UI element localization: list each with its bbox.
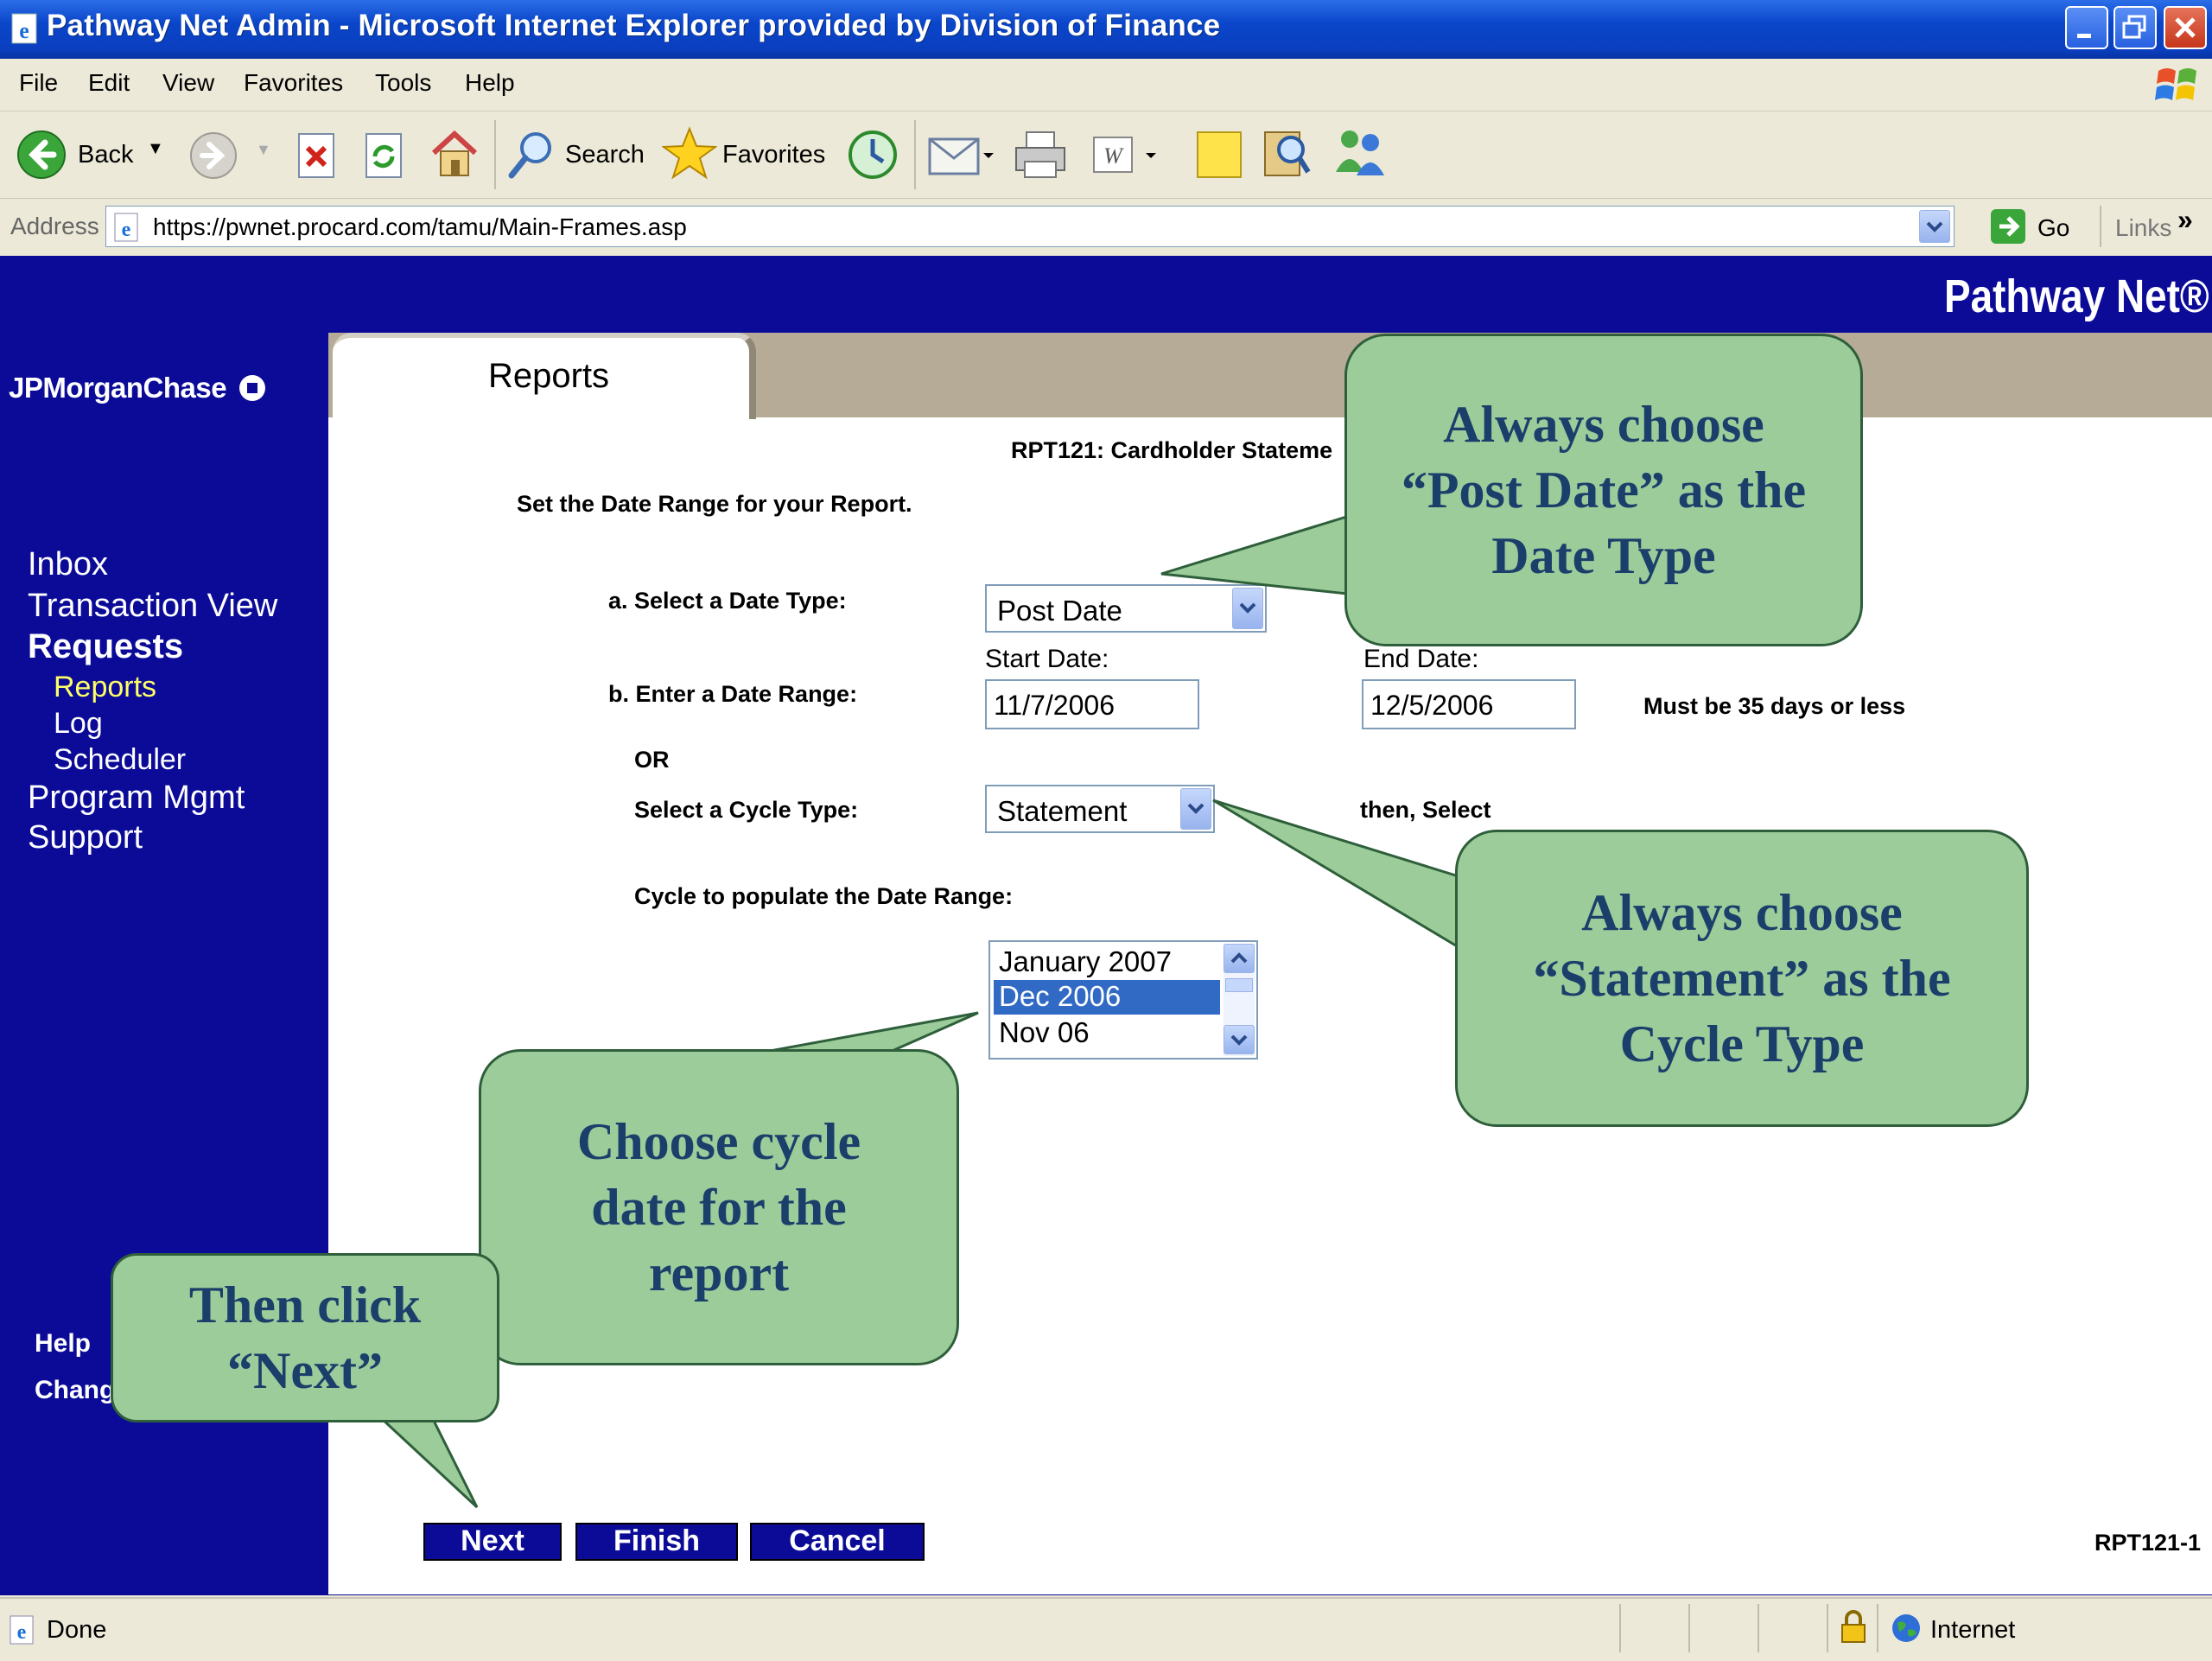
callout-line: Then click (188, 1276, 422, 1333)
status-text: Done (47, 1616, 107, 1644)
lock-icon (1841, 1610, 1866, 1643)
callout-line: Date Type (1491, 527, 1716, 585)
callout-line: Cycle Type (1619, 1015, 1865, 1073)
callout-pointer-next (377, 1416, 479, 1509)
callout-line: Choose cycle (576, 1112, 861, 1170)
callout-line: “Next” (227, 1342, 383, 1399)
ie-page-icon: e (10, 1615, 34, 1645)
svg-text:e: e (17, 1621, 27, 1644)
callout-line: report (648, 1244, 790, 1302)
callout-line: “Post Date” as the (1401, 461, 1807, 519)
callout-cycle-type: Always choose “Statement” as the Cycle T… (1455, 830, 2029, 1127)
callout-line: Always choose (1443, 395, 1764, 453)
globe-icon (1892, 1614, 1920, 1642)
status-separator (1877, 1604, 1878, 1652)
callout-pointer-cycle-date (760, 1011, 979, 1054)
status-zone: Internet (1930, 1616, 2016, 1644)
callout-pointer-date-type (1160, 512, 1357, 596)
callout-pointer-cycle-type (1212, 799, 1460, 950)
status-separator (1758, 1604, 1759, 1652)
status-separator (1827, 1604, 1828, 1652)
status-separator (1688, 1604, 1690, 1652)
status-bar: e Done Internet (0, 1597, 2212, 1661)
callout-next: Then click “Next” (111, 1253, 499, 1422)
status-separator (1619, 1604, 1621, 1652)
callout-date-type: Always choose “Post Date” as the Date Ty… (1344, 334, 1863, 646)
callout-line: “Statement” as the (1533, 949, 1951, 1007)
callout-line: Always choose (1581, 883, 1903, 941)
callout-cycle-date: Choose cycle date for the report (479, 1049, 959, 1365)
callout-line: date for the (591, 1178, 847, 1236)
